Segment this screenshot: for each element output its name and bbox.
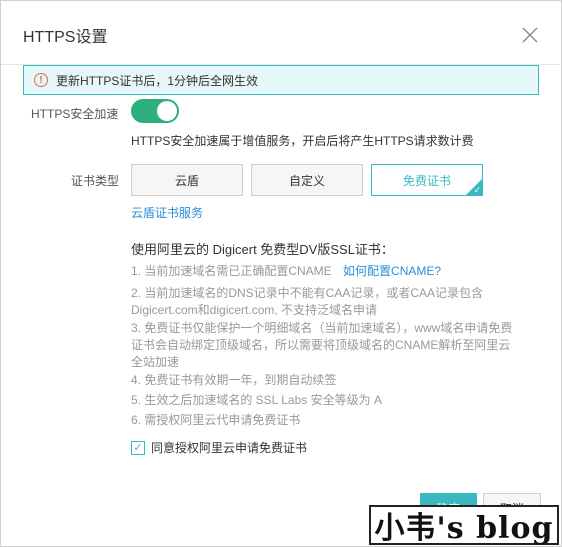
note-item: 6. 需授权阿里云代申请免费证书 — [131, 412, 521, 429]
note-item: 3. 免费证书仅能保护一个明细域名（当前加速域名），www域名申请免费 证书会自… — [131, 320, 521, 371]
cert-type-label: 证书类型 — [71, 174, 120, 188]
cert-service-link[interactable]: 云盾证书服务 — [131, 204, 203, 221]
note-line: 3. 免费证书仅能保护一个明细域名（当前加速域名），www域名申请免费 — [131, 321, 513, 335]
note-line: 全站加速 — [131, 355, 180, 369]
note-item: 4. 免费证书有效期一年，到期自动续签 — [131, 372, 521, 389]
note-item: 2. 当前加速域名的DNS记录中不能有CAA记录，或者CAA记录包含 Digic… — [131, 285, 521, 319]
note-line: 6. 需授权阿里云代申请免费证书 — [131, 413, 301, 427]
https-accel-toggle[interactable] — [131, 99, 179, 123]
blog-watermark: 小韦's blog — [369, 505, 559, 546]
note-line: 1. 当前加速域名需已正确配置CNAME — [131, 264, 332, 278]
notes-title: 使用阿里云的 Digicert 免费型DV版SSL证书： — [131, 242, 394, 257]
cert-option-yundun[interactable]: 云盾 — [131, 164, 243, 196]
exclamation-circle-icon: ! — [34, 73, 48, 87]
cert-option-custom[interactable]: 自定义 — [251, 164, 363, 196]
note-line: 2. 当前加速域名的DNS记录中不能有CAA记录，或者CAA记录包含 — [131, 286, 484, 300]
cert-option-free[interactable]: 免费证书 ✓ — [371, 164, 483, 196]
cert-option-label: 免费证书 — [402, 173, 451, 188]
note-item: 5. 生效之后加速域名的 SSL Labs 安全等级为 A — [131, 392, 521, 409]
check-icon: ✓ — [473, 185, 481, 195]
agree-label: 同意授权阿里云申请免费证书 — [151, 441, 308, 455]
note-line: Digicert.com和digicert.com, 不支持泛域名申请 — [131, 303, 378, 317]
info-alert: ! 更新HTTPS证书后，1分钟后全网生效 — [23, 65, 539, 95]
close-icon[interactable] — [520, 25, 540, 45]
agree-row[interactable]: ✓ 同意授权阿里云申请免费证书 — [131, 439, 307, 456]
note-line: 证书会自动绑定顶级域名，所以需要将顶级域名的CNAME解析至阿里云 — [131, 338, 511, 352]
alert-text: 更新HTTPS证书后，1分钟后全网生效 — [56, 73, 259, 88]
https-accel-label: HTTPS安全加速 — [31, 107, 119, 121]
https-accel-hint: HTTPS安全加速属于增值服务，开启后将产生HTTPS请求数计费 — [131, 134, 474, 148]
cname-help-link[interactable]: 如何配置CNAME? — [343, 264, 441, 278]
note-item: 1. 当前加速域名需已正确配置CNAME 如何配置CNAME? — [131, 263, 521, 280]
agree-checkbox[interactable]: ✓ — [131, 440, 145, 455]
toggle-knob — [157, 101, 177, 121]
https-settings-dialog: HTTPS设置 ! 更新HTTPS证书后，1分钟后全网生效 HTTPS安全加速 … — [0, 0, 562, 547]
note-line: 5. 生效之后加速域名的 SSL Labs 安全等级为 A — [131, 393, 382, 407]
dialog-title: HTTPS设置 — [23, 29, 108, 46]
cert-option-label: 云盾 — [174, 173, 199, 188]
note-line: 4. 免费证书有效期一年，到期自动续签 — [131, 373, 337, 387]
cert-option-label: 自定义 — [288, 173, 325, 188]
